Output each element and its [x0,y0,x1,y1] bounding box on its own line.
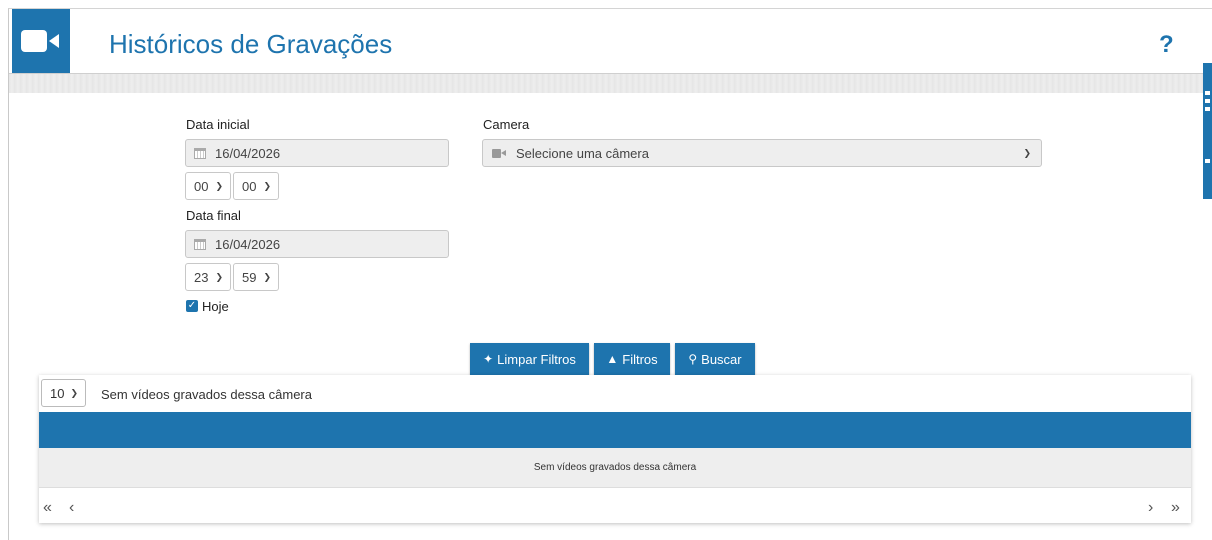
page-header: Históricos de Gravações ? [9,9,1212,73]
table-empty-row: Sem vídeos gravados dessa câmera [39,448,1191,488]
calendar-icon [194,238,206,250]
video-camera-icon [492,148,506,158]
page-title: Históricos de Gravações [109,29,393,59]
table-header [39,412,1191,448]
next-page-button[interactable]: › [1148,499,1153,517]
camera-select[interactable]: Selecione uma câmera ❯ [482,139,1042,167]
filters-label: Filtros [622,351,658,367]
chevron-down-icon: ❯ [263,272,271,282]
today-label: Hoje [202,299,229,314]
end-date-input[interactable]: 16/04/2026 [185,230,449,258]
end-hour-value: 23 [194,269,209,285]
chevron-up-icon: ▲ [606,352,619,366]
start-minute-select[interactable]: 00 ❯ [233,172,279,200]
app-frame: Históricos de Gravações ? Data inicial 1… [8,8,1212,540]
start-hour-select[interactable]: 00 ❯ [185,172,231,200]
empty-message: Sem vídeos gravados dessa câmera [533,462,697,473]
today-checkbox[interactable]: ✓ [186,300,198,312]
end-hour-select[interactable]: 23 ❯ [185,263,231,291]
page-size-value: 10 [50,385,65,401]
page-size-select[interactable]: 10 ❯ [41,379,86,407]
start-date-label: Data inicial [186,117,250,132]
help-icon[interactable]: ? [1159,31,1174,59]
filters-button[interactable]: ▲ Filtros [594,343,670,375]
camera-placeholder: Selecione uma câmera [516,145,649,161]
logo [12,9,70,73]
search-button[interactable]: ⚲ Buscar [675,343,755,375]
end-minute-select[interactable]: 59 ❯ [233,263,279,291]
clear-filters-label: Limpar Filtros [497,351,576,367]
start-date-value: 16/04/2026 [215,145,281,161]
first-page-button[interactable]: « [43,499,52,517]
end-date-value: 16/04/2026 [215,236,281,252]
header-divider [9,73,1212,93]
side-panel-tab[interactable] [1203,63,1212,199]
end-minute-value: 59 [242,269,257,285]
search-label: Buscar [701,351,742,367]
chevron-down-icon: ❯ [215,181,223,191]
video-camera-icon [21,30,61,52]
chevron-down-icon: ❯ [215,272,223,282]
last-page-button[interactable]: » [1171,499,1180,517]
camera-label: Camera [483,117,530,132]
magic-wand-icon: ✦ [483,352,494,366]
table-info: Sem vídeos gravados dessa câmera [101,387,312,402]
prev-page-button[interactable]: ‹ [69,499,74,517]
chevron-down-icon: ❯ [263,181,271,191]
chevron-down-icon: ❯ [70,388,78,398]
start-minute-value: 00 [242,178,257,194]
end-date-label: Data final [186,208,241,223]
chevron-down-icon: ❯ [1023,148,1031,158]
clear-filters-button[interactable]: ✦ Limpar Filtros [470,343,589,375]
start-date-input[interactable]: 16/04/2026 [185,139,449,167]
search-icon: ⚲ [688,352,698,366]
calendar-icon [194,147,206,159]
start-hour-value: 00 [194,178,209,194]
